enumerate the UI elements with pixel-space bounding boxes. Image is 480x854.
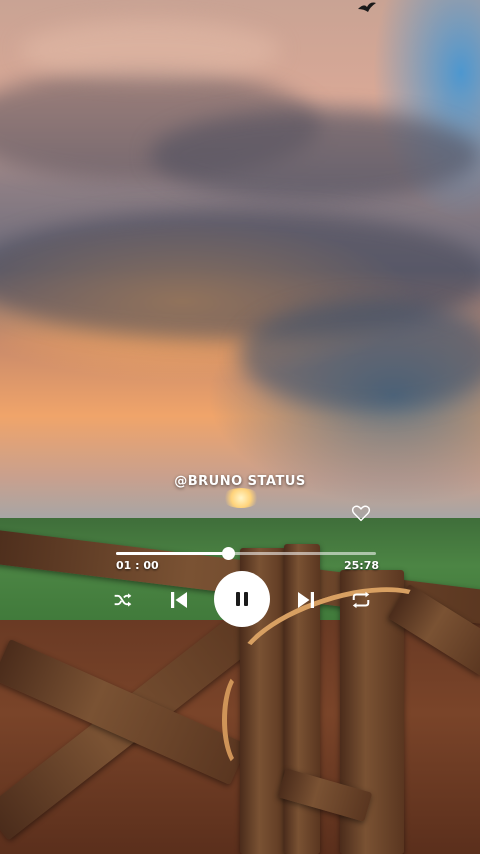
- repeat-button[interactable]: [349, 589, 373, 611]
- rope: [222, 670, 262, 770]
- pause-button[interactable]: [214, 571, 270, 627]
- skip-previous-icon: [171, 592, 187, 608]
- watermark-label: @BRUNO STATUS: [174, 474, 306, 489]
- background-photo: [0, 0, 480, 854]
- sun: [222, 488, 260, 508]
- progress-knob[interactable]: [221, 547, 235, 560]
- pause-icon: [236, 592, 248, 606]
- progress-fill: [116, 552, 228, 555]
- heart-outline-icon[interactable]: [351, 504, 371, 522]
- total-duration: 25:78: [344, 559, 380, 572]
- repeat-icon: [352, 591, 370, 609]
- previous-button[interactable]: [168, 589, 190, 611]
- bird: [358, 2, 376, 12]
- elapsed-time: 01 : 00: [116, 559, 159, 572]
- next-button[interactable]: [295, 589, 317, 611]
- skip-next-icon: [298, 592, 314, 608]
- shuffle-icon: [114, 593, 132, 607]
- shuffle-button[interactable]: [112, 589, 134, 611]
- cloud: [20, 20, 280, 80]
- cloud: [150, 110, 480, 200]
- progress-bar[interactable]: [116, 547, 376, 560]
